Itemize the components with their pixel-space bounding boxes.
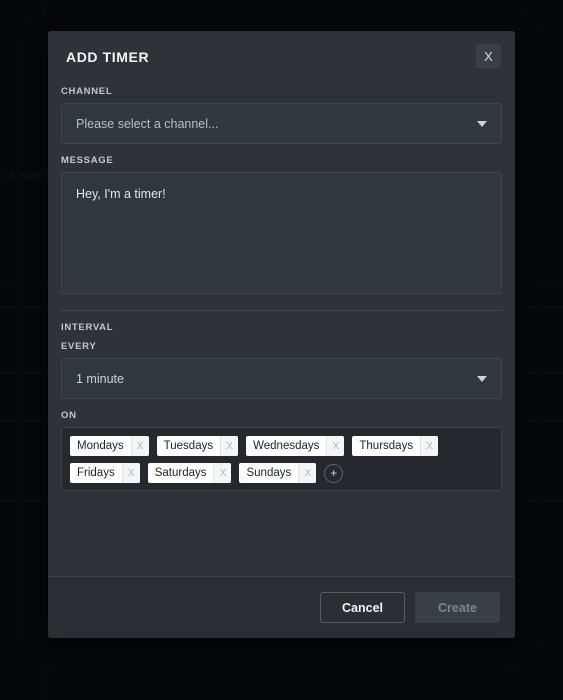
day-tag[interactable]: Mondays X	[70, 436, 149, 456]
chevron-down-icon	[477, 375, 487, 382]
day-tag-label: Tuesdays	[163, 440, 214, 452]
remove-day-icon[interactable]: X	[213, 463, 232, 483]
day-tag[interactable]: Sundays X	[239, 463, 317, 483]
remove-day-icon[interactable]: X	[220, 436, 239, 456]
message-input[interactable]: Hey, I'm a timer!	[61, 172, 502, 294]
day-tag-label: Thursdays	[359, 440, 414, 452]
day-tag-label: Saturdays	[154, 467, 207, 479]
day-tag-label: Wednesdays	[253, 440, 320, 452]
create-button[interactable]: Create	[415, 592, 500, 623]
day-tag[interactable]: Tuesdays X	[156, 436, 239, 456]
every-select[interactable]: 1 minute	[61, 358, 502, 399]
on-label: ON	[61, 410, 77, 421]
message-label: MESSAGE	[61, 155, 114, 166]
remove-day-icon[interactable]: X	[420, 436, 439, 456]
day-tag[interactable]: Thursdays X	[352, 436, 439, 456]
dialog-header: ADD TIMER X	[48, 31, 515, 75]
every-label: EVERY	[61, 341, 97, 352]
chevron-down-icon	[477, 120, 487, 127]
day-tag[interactable]: Fridays X	[70, 463, 140, 483]
day-tag-label: Fridays	[77, 467, 115, 479]
dialog-title: ADD TIMER	[66, 49, 150, 65]
days-tag-container[interactable]: Mondays X Tuesdays X Wednesdays X Thursdays X Fr…	[61, 427, 502, 491]
remove-day-icon[interactable]: X	[121, 463, 140, 483]
channel-select[interactable]: Please select a channel...	[61, 103, 502, 144]
close-icon[interactable]: X	[476, 44, 501, 69]
day-tag-label: Sundays	[246, 467, 292, 479]
cancel-button[interactable]: Cancel	[320, 592, 405, 623]
day-tag-label: Mondays	[77, 440, 124, 452]
channel-label: CHANNEL	[61, 86, 113, 97]
dialog-body: CHANNEL Please select a channel... MESSA…	[48, 75, 515, 576]
dialog-footer: Cancel Create	[48, 576, 515, 638]
section-divider	[61, 310, 502, 311]
remove-day-icon[interactable]: X	[130, 436, 149, 456]
every-select-value: 1 minute	[76, 371, 124, 386]
channel-select-value: Please select a channel...	[76, 116, 219, 131]
remove-day-icon[interactable]: X	[298, 463, 317, 483]
add-day-icon[interactable]: +	[324, 463, 344, 483]
remove-day-icon[interactable]: X	[326, 436, 345, 456]
add-timer-dialog: ADD TIMER X CHANNEL Please select a chan…	[48, 31, 515, 638]
day-tag[interactable]: Saturdays X	[147, 463, 232, 483]
day-tag[interactable]: Wednesdays X	[246, 436, 345, 456]
interval-label: INTERVAL	[61, 322, 114, 333]
